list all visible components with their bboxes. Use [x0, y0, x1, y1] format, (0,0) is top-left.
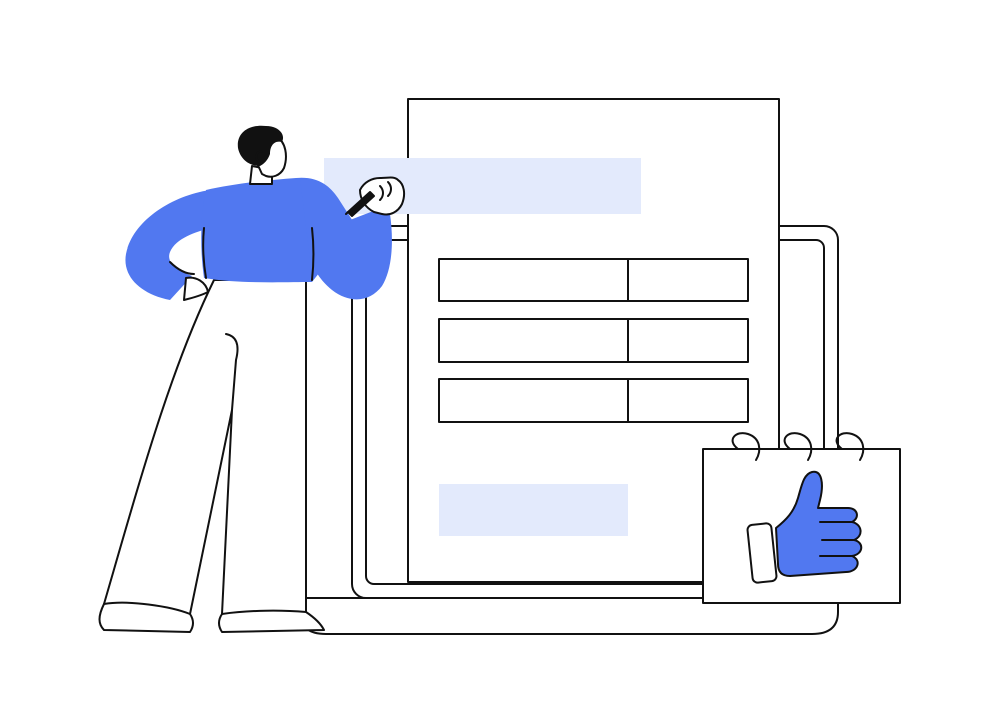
- illustration-canvas: [98, 98, 901, 635]
- person-trousers: [98, 279, 325, 633]
- submit-placeholder-block: [439, 484, 628, 536]
- calendar-card: [702, 432, 901, 604]
- person-hip-hand: [183, 276, 209, 301]
- thumbs-up-cuff: [746, 522, 778, 584]
